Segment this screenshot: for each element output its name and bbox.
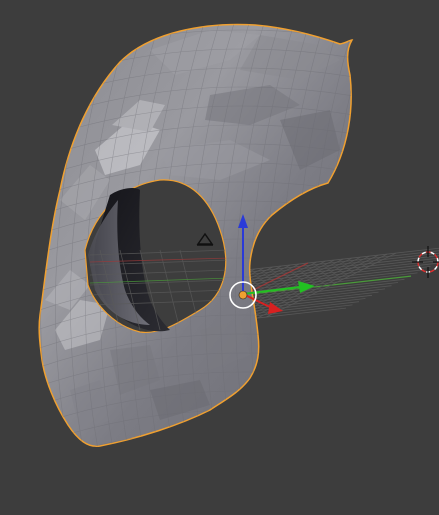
mesh-edge xyxy=(39,428,353,447)
3d-viewport[interactable] xyxy=(0,0,439,515)
pivot-point xyxy=(238,290,248,300)
viewport-scene[interactable] xyxy=(0,0,439,515)
